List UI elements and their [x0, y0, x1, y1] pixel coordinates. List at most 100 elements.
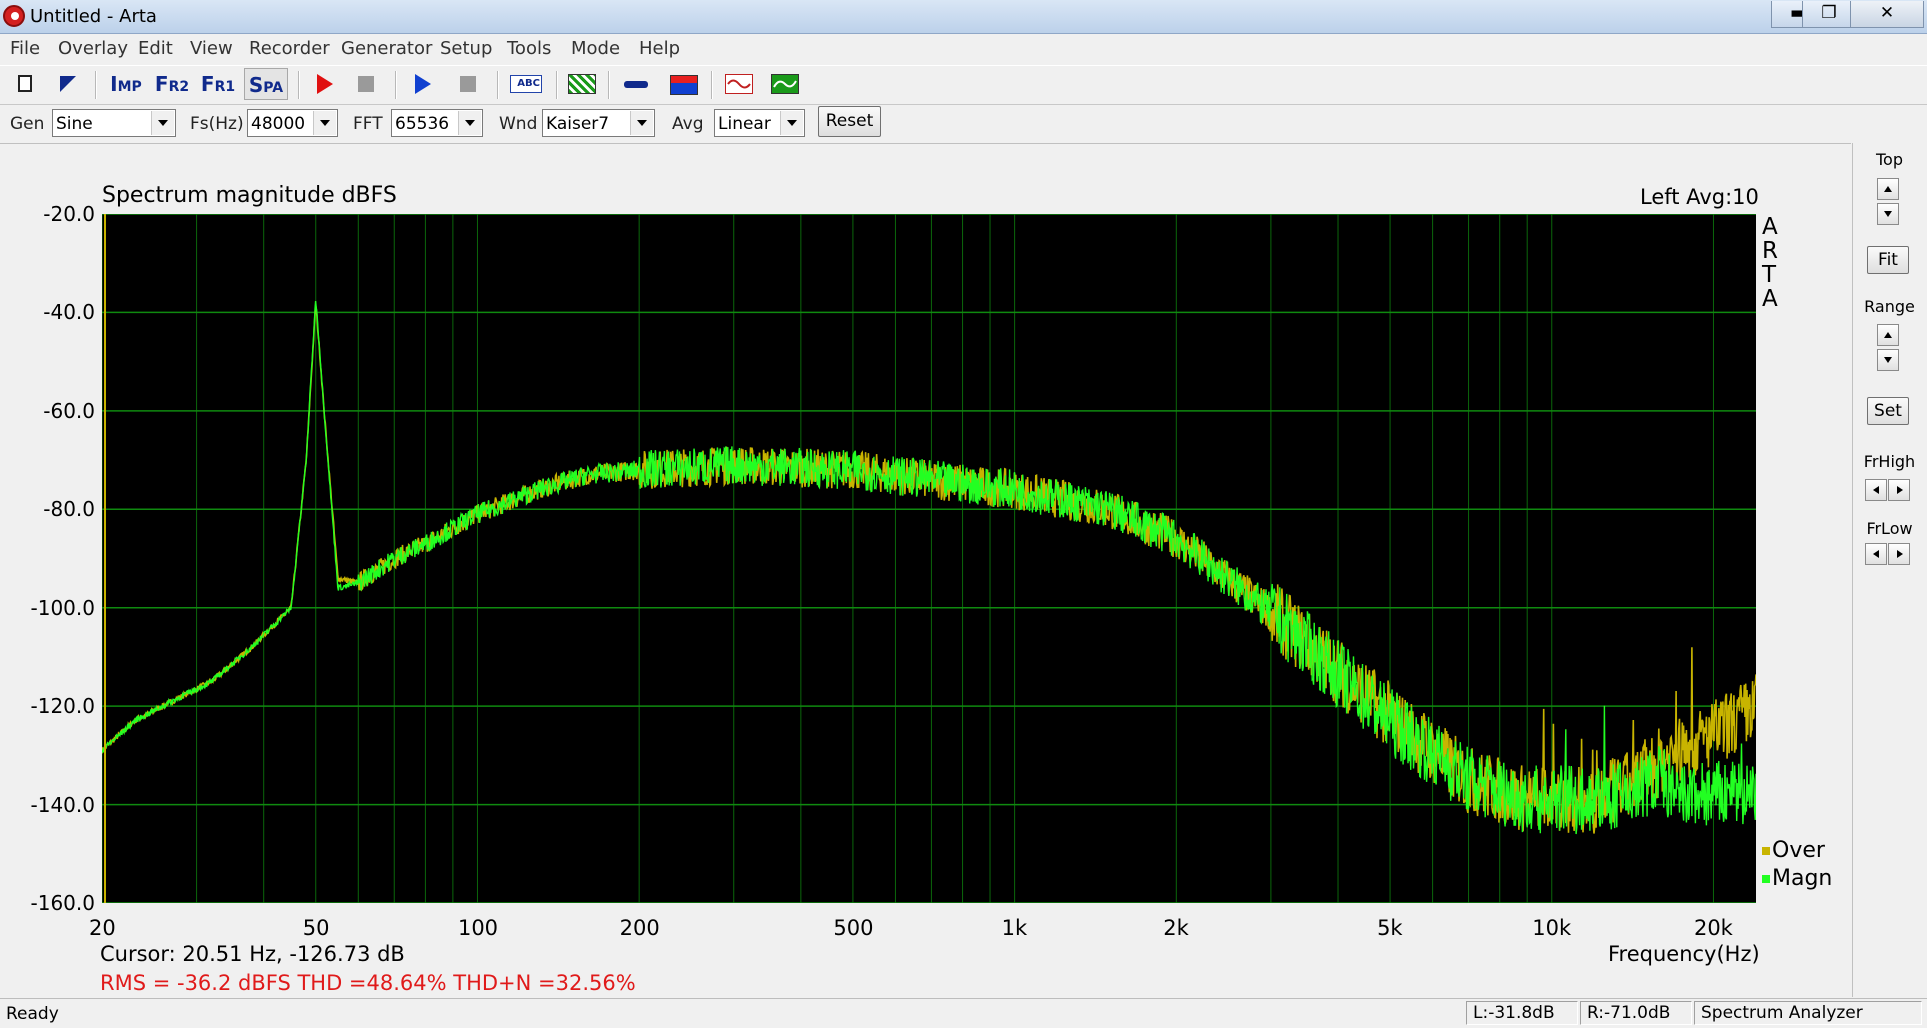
scope-button[interactable]: [768, 68, 802, 100]
fs-select[interactable]: 48000: [247, 109, 338, 137]
fit-button[interactable]: Fit: [1867, 246, 1909, 274]
y-tick-label: -20.0: [43, 202, 95, 226]
avg-value: Linear: [718, 114, 771, 134]
sine-waveform-icon: [725, 74, 753, 94]
menu-generator[interactable]: Generator: [341, 38, 432, 59]
x-tick-label: 500: [833, 916, 874, 940]
chevron-down-icon[interactable]: [780, 111, 803, 135]
reset-button[interactable]: Reset: [818, 106, 881, 137]
close-button[interactable]: ✕: [1850, 1, 1924, 28]
chevron-down-icon[interactable]: [458, 111, 481, 135]
close-icon: ✕: [1879, 3, 1895, 23]
x-tick-label: 50: [302, 916, 330, 940]
menu-setup[interactable]: Setup: [440, 38, 492, 59]
maximize-icon: ❐: [1821, 3, 1837, 23]
y-tick-label: -160.0: [30, 891, 95, 915]
fr1-mode-button[interactable]: FR1: [198, 68, 238, 100]
menu-mode[interactable]: Mode: [571, 38, 620, 59]
frhigh-right-button[interactable]: [1888, 479, 1910, 501]
x-tick-label: 200: [619, 916, 660, 940]
fr2-sub: R2: [168, 79, 190, 95]
fft-select[interactable]: 65536: [391, 109, 483, 137]
gen-value: Sine: [56, 114, 93, 134]
menu-tools[interactable]: Tools: [507, 38, 551, 59]
x-axis-label: Frequency(Hz): [1608, 942, 1760, 966]
frhigh-left-button[interactable]: [1865, 479, 1887, 501]
x-tick-label: 1k: [1001, 916, 1028, 940]
title-bar[interactable]: [0, 0, 1927, 34]
top-up-button[interactable]: [1877, 178, 1899, 200]
frhigh-label: FrHigh: [1863, 452, 1916, 471]
record-icon: [317, 74, 333, 94]
cursor-readout: Cursor: 20.51 Hz, -126.73 dB: [100, 942, 405, 966]
play-button[interactable]: [406, 68, 438, 100]
menu-help[interactable]: Help: [639, 38, 680, 59]
menu-recorder[interactable]: Recorder: [249, 38, 330, 59]
frlow-left-button[interactable]: [1865, 543, 1887, 565]
gen-select[interactable]: Sine: [52, 109, 176, 137]
x-tick-label: 10k: [1532, 916, 1572, 940]
range-up-button[interactable]: [1877, 324, 1899, 346]
fft-value: 65536: [395, 114, 450, 134]
abc-text: ABC: [517, 78, 540, 89]
generator-button[interactable]: [722, 68, 756, 100]
spectrum-chart[interactable]: [102, 214, 1756, 903]
pattern-icon: [568, 74, 596, 94]
meter-icon: [670, 75, 698, 95]
meter-button[interactable]: [668, 68, 700, 100]
right-level-readout: R:-71.0dB: [1580, 1001, 1692, 1025]
window-title: Untitled - Arta: [30, 6, 157, 27]
wnd-select[interactable]: Kaiser7: [542, 109, 655, 137]
pattern-button[interactable]: [566, 68, 598, 100]
legend-magn-swatch: [1762, 875, 1770, 883]
top-down-button[interactable]: [1877, 203, 1899, 225]
legend-magn-label: Magn: [1772, 866, 1833, 891]
fr2-label: F: [154, 72, 169, 96]
probe-button[interactable]: [620, 68, 652, 100]
menu-view[interactable]: View: [190, 38, 233, 59]
toolbar-separator: [711, 71, 713, 99]
probe-icon: [624, 81, 648, 88]
maximize-button[interactable]: ❐: [1802, 1, 1856, 28]
scope-wave-shape: [773, 80, 797, 88]
fs-label: Fs(Hz): [190, 114, 244, 134]
y-tick-label: -100.0: [30, 595, 95, 620]
fr2-mode-button[interactable]: FR2: [152, 68, 192, 100]
fs-value: 48000: [251, 114, 306, 134]
chevron-down-icon[interactable]: [313, 111, 336, 135]
frlow-right-button[interactable]: [1888, 543, 1910, 565]
toolbar-separator: [497, 71, 499, 99]
x-tick-label: 2k: [1163, 916, 1189, 940]
play-stop-button[interactable]: [452, 68, 484, 100]
toolbar-separator: [395, 71, 397, 99]
label-button[interactable]: ABC: [508, 68, 544, 100]
sine-wave-shape: [727, 79, 751, 89]
legend-magn: Magn: [1762, 866, 1832, 891]
brand-letter: R: [1762, 238, 1778, 264]
record-stop-button[interactable]: [350, 68, 382, 100]
chevron-down-icon[interactable]: [151, 111, 174, 135]
range-down-button[interactable]: [1877, 349, 1899, 371]
legend-over: Over: [1762, 838, 1825, 863]
brand-letter: A: [1762, 214, 1778, 240]
menu-edit[interactable]: Edit: [138, 38, 173, 59]
avg-select[interactable]: Linear: [714, 109, 805, 137]
y-tick-label: -140.0: [30, 792, 95, 817]
new-document-icon: [18, 75, 32, 92]
fft-label: FFT: [353, 114, 383, 134]
distortion-stats: RMS = -36.2 dBFS THD =48.64% THD+N =32.5…: [100, 971, 636, 995]
toolbar-separator: [556, 71, 558, 99]
y-tick-label: -40.0: [43, 300, 95, 325]
open-button[interactable]: [52, 68, 84, 100]
chevron-down-icon[interactable]: [630, 111, 653, 135]
set-button[interactable]: Set: [1867, 397, 1909, 425]
menu-file[interactable]: File: [10, 38, 40, 59]
spa-mode-button[interactable]: SPA: [244, 68, 288, 100]
imp-mode-button[interactable]: IMP: [106, 68, 146, 100]
record-button[interactable]: [308, 68, 340, 100]
status-ready: Ready: [6, 1004, 59, 1024]
menu-overlay[interactable]: Overlay: [58, 38, 128, 59]
channel-average-info: Left Avg:10: [1640, 185, 1759, 209]
spa-label: S: [248, 73, 264, 97]
new-button[interactable]: [10, 68, 42, 100]
